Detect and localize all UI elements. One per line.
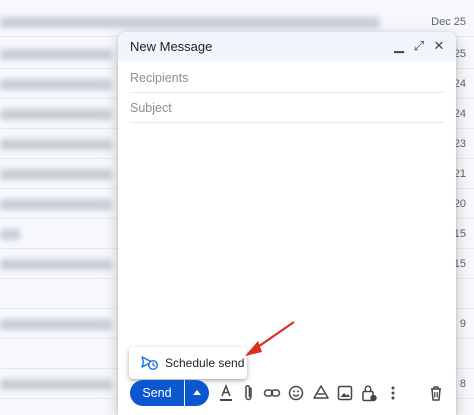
format-text-icon[interactable]: [217, 383, 235, 403]
discard-icon[interactable]: [427, 383, 445, 403]
more-options-icon[interactable]: [384, 383, 402, 403]
caret-up-icon: [193, 390, 201, 395]
annotation-arrow-icon: [245, 321, 295, 356]
send-button[interactable]: Send: [130, 380, 184, 406]
drive-icon[interactable]: [312, 383, 330, 403]
emoji-icon[interactable]: [287, 383, 305, 403]
confidential-lock-icon[interactable]: [360, 383, 378, 403]
send-label: Send: [142, 386, 172, 400]
attach-icon[interactable]: [240, 383, 258, 403]
link-icon[interactable]: [263, 383, 281, 403]
photo-icon[interactable]: [336, 383, 354, 403]
